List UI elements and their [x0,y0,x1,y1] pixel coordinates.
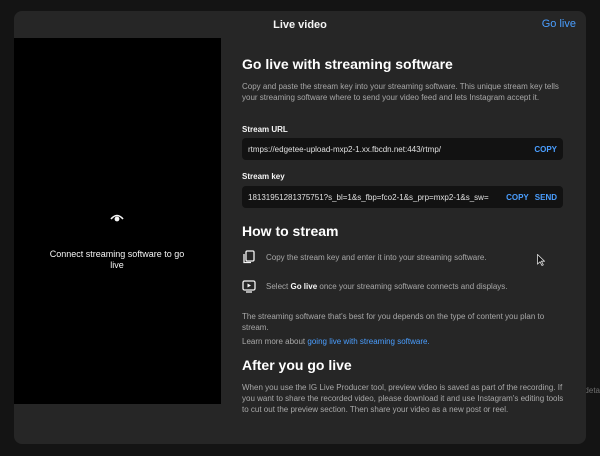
live-video-icon [242,280,256,293]
stream-url-field[interactable]: rtmps://edgetee-upload-mxp2-1.xx.fbcdn.n… [242,138,563,160]
stream-url-label: Stream URL [242,125,288,134]
backdrop-text-fragment: deta [584,386,600,395]
copy-key-button[interactable]: COPY [506,193,529,202]
step-copy-key-text: Copy the stream key and enter it into yo… [266,252,487,262]
preview-message: Connect streaming software to go live [49,249,185,270]
copy-url-button[interactable]: COPY [534,145,557,154]
step-copy-key: Copy the stream key and enter it into yo… [242,250,487,264]
learn-more-link[interactable]: going live with streaming software. [307,337,429,346]
streaming-software-heading: Go live with streaming software [242,56,453,72]
live-video-dialog: Live video Go live Connect streaming sof… [14,11,586,444]
after-go-live-text: When you use the IG Live Producer tool, … [242,383,564,414]
how-to-stream-heading: How to stream [242,223,339,239]
step-go-live-text: Select Go live once your streaming softw… [266,281,508,291]
copy-icon [243,250,255,264]
step-go-live: Select Go live once your streaming softw… [242,279,508,293]
mouse-cursor-icon [537,254,545,266]
stream-url-value[interactable]: rtmps://edgetee-upload-mxp2-1.xx.fbcdn.n… [242,145,534,154]
stream-key-label: Stream key [242,172,285,181]
software-note: The streaming software that's best for y… [242,312,545,332]
stream-key-field[interactable]: 18131951281375751?s_bl=1&s_fbp=fco2-1&s_… [242,186,563,208]
video-preview: Connect streaming software to go live [14,38,221,404]
after-go-live-heading: After you go live [242,357,352,373]
learn-more-line: Learn more about going live with streami… [242,337,430,346]
send-key-button[interactable]: SEND [535,193,557,202]
eye-icon [110,214,124,222]
instructions-panel: Go live with streaming software Copy and… [242,11,567,444]
streaming-software-description: Copy and paste the stream key into your … [242,82,559,102]
stream-key-value[interactable]: 18131951281375751?s_bl=1&s_fbp=fco2-1&s_… [242,193,506,202]
